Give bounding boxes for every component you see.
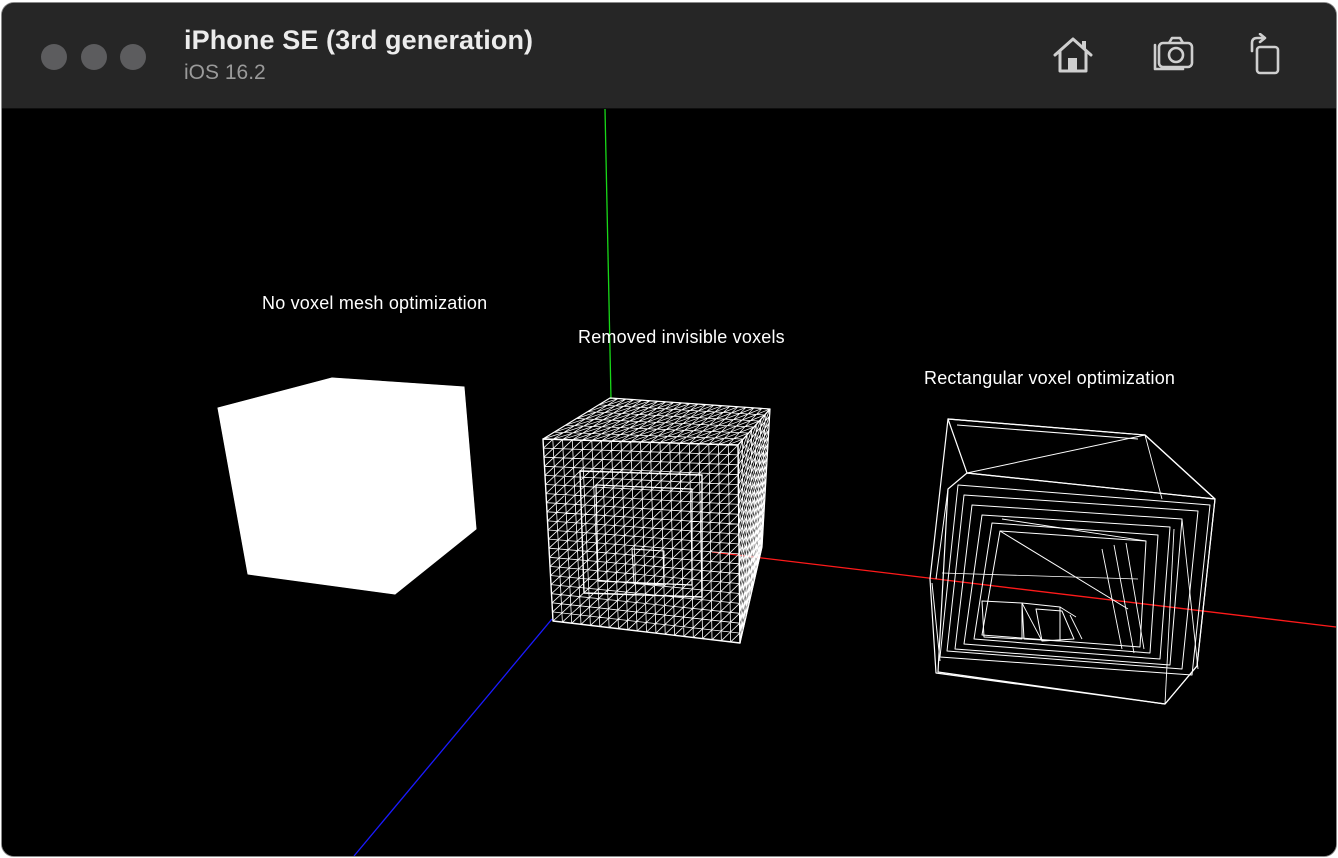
home-button[interactable] xyxy=(1049,31,1097,79)
screenshot-button[interactable] xyxy=(1148,31,1196,79)
label-rectangular-optimization: Rectangular voxel optimization xyxy=(924,368,1176,388)
minimize-button[interactable] xyxy=(81,44,107,70)
label-no-optimization: No voxel mesh optimization xyxy=(262,293,488,313)
simulator-screen[interactable]: No voxel mesh optimization Removed invis… xyxy=(2,109,1336,856)
device-title: iPhone SE (3rd generation) xyxy=(184,25,534,55)
zoom-button[interactable] xyxy=(120,44,146,70)
close-button[interactable] xyxy=(41,44,67,70)
z-axis-line xyxy=(353,618,553,856)
home-icon xyxy=(1053,37,1093,73)
cube-invisible-removed xyxy=(542,397,771,644)
y-axis-line xyxy=(604,109,612,400)
cube-unoptimized xyxy=(217,377,477,595)
rotate-icon xyxy=(1250,33,1280,75)
cube-rectangular-optimized xyxy=(929,418,1216,705)
rotate-button[interactable] xyxy=(1240,31,1288,79)
os-version: iOS 16.2 xyxy=(184,61,266,84)
label-removed-invisible: Removed invisible voxels xyxy=(578,327,785,347)
scene-canvas[interactable] xyxy=(2,109,1336,856)
simulator-window: iPhone SE (3rd generation) iOS 16.2 No v… xyxy=(2,3,1336,856)
title-bar[interactable]: iPhone SE (3rd generation) iOS 16.2 xyxy=(2,3,1336,109)
x-axis-line xyxy=(711,551,1336,628)
camera-icon xyxy=(1153,36,1194,71)
